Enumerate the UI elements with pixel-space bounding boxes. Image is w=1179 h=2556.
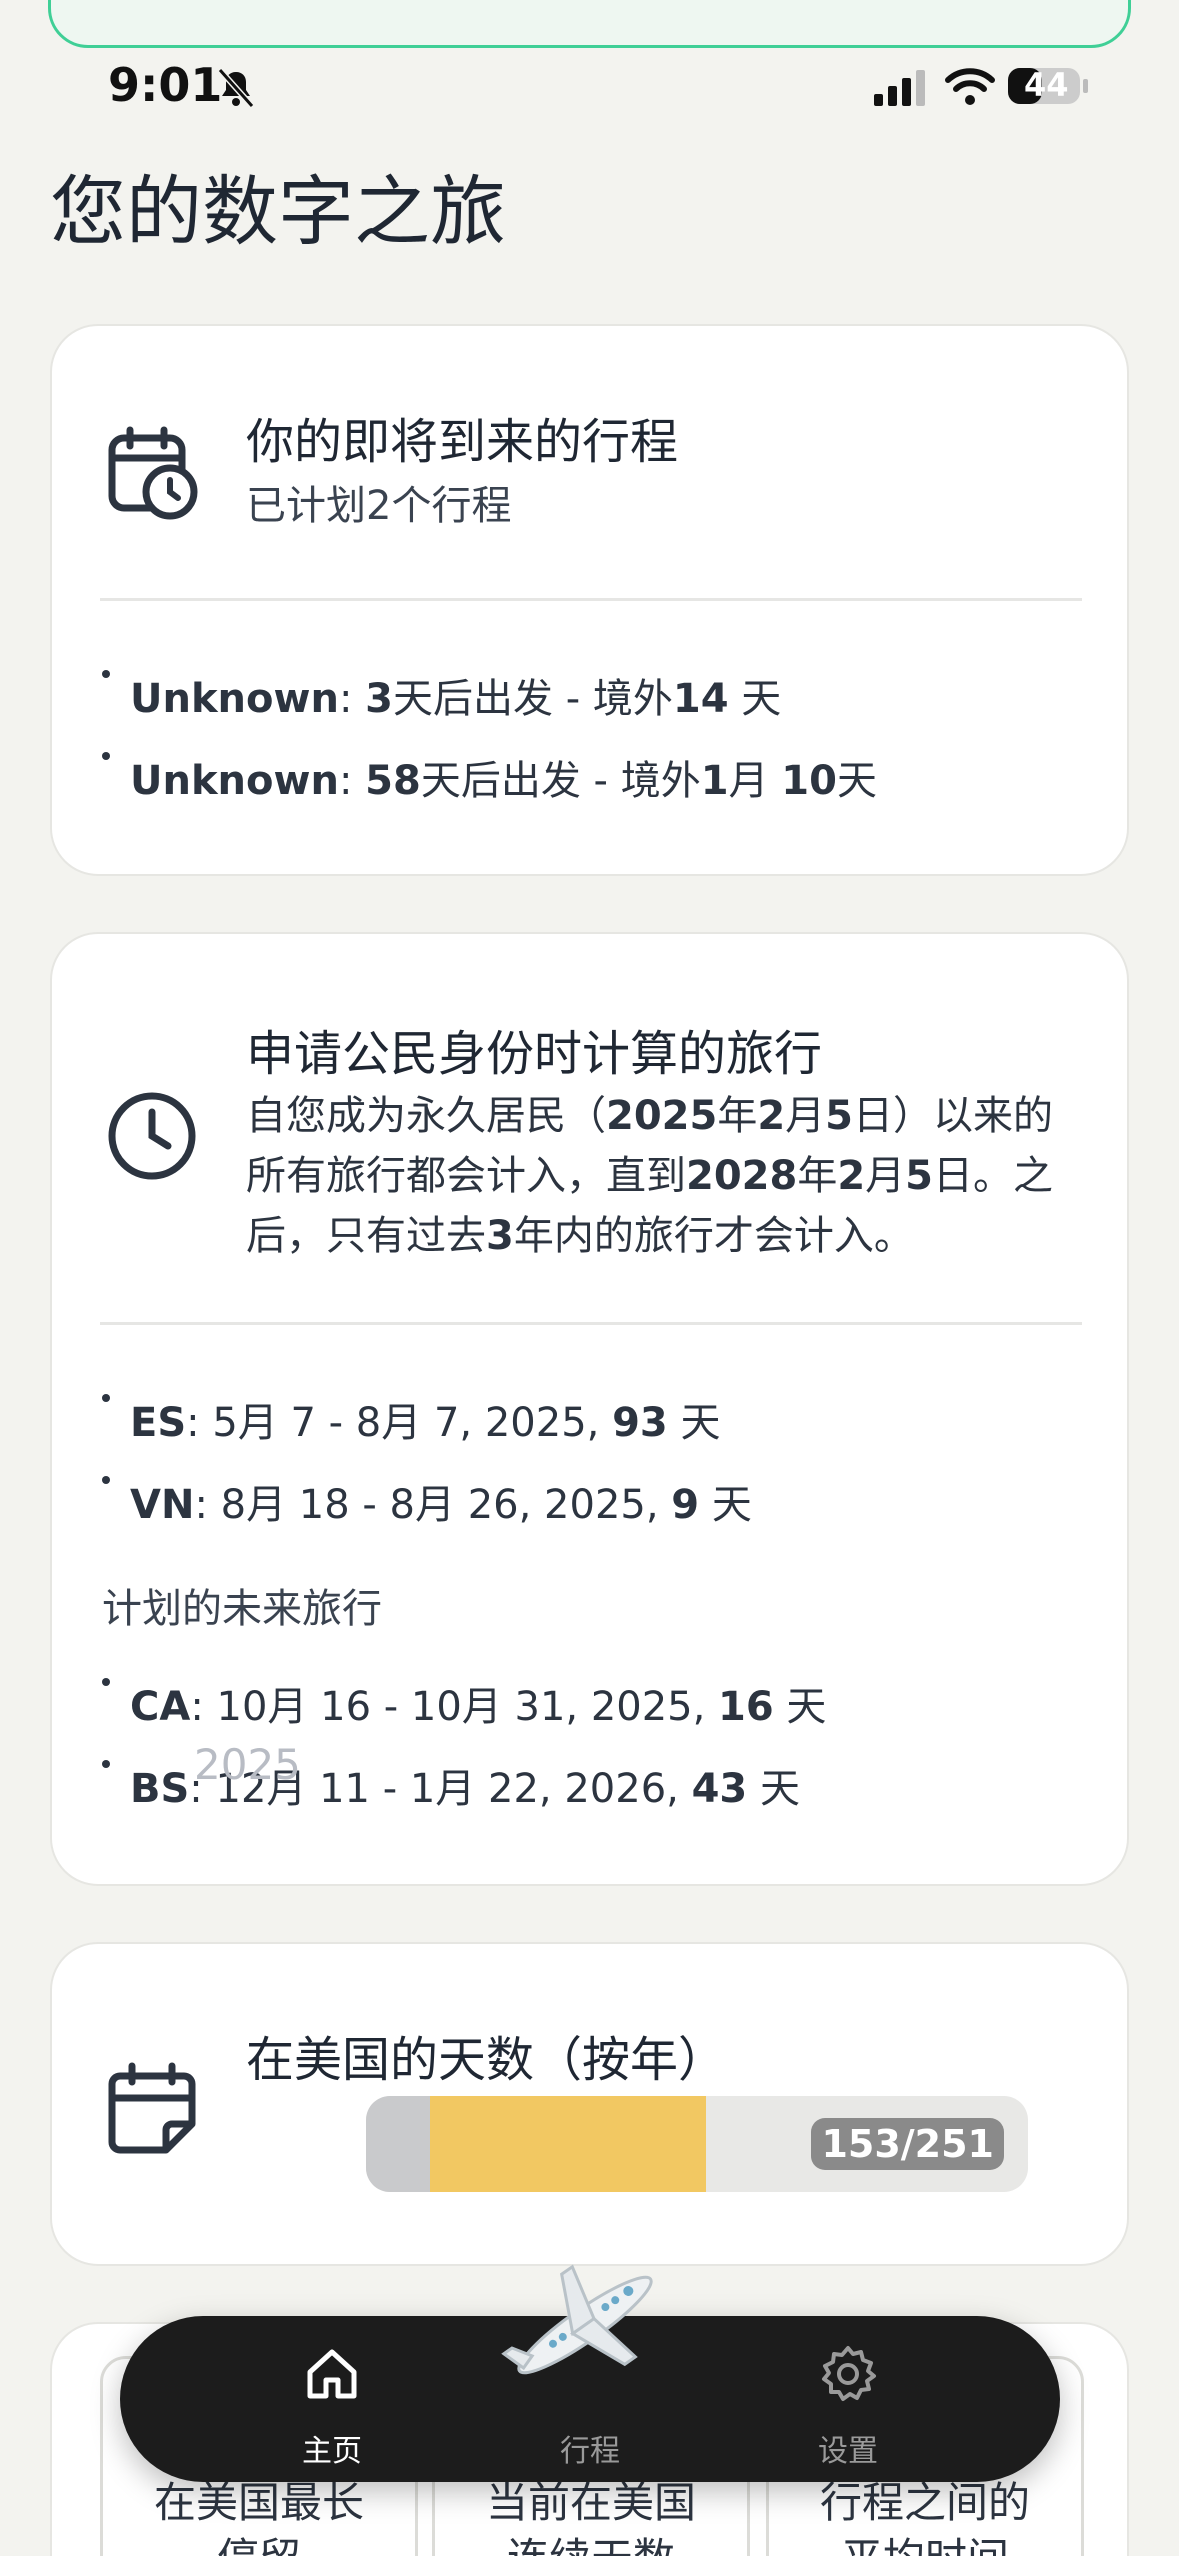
upcoming-trips-card[interactable]: 你的即将到来的行程 已计划2个行程 Unknown: 3天后出发 - 境外14 … xyxy=(50,324,1129,876)
progress-segment-past xyxy=(366,2096,430,2192)
days-in-us-title: 在美国的天数（按年） xyxy=(246,2032,727,2088)
status-bar: 9:01 44 xyxy=(0,52,1179,122)
page-title: 您的数字之旅 xyxy=(50,167,506,256)
wifi-icon xyxy=(945,68,995,105)
battery-level: 44 xyxy=(1024,66,1069,104)
tab-home-label: 主页 xyxy=(302,2434,362,2469)
clock-icon xyxy=(108,1092,196,1180)
tab-settings[interactable]: 设置 xyxy=(748,2316,948,2482)
status-time: 9:01 xyxy=(108,58,223,112)
divider xyxy=(100,598,1082,601)
year-label: 2025 xyxy=(194,1740,301,1789)
future-trip-item: CA: 10月 16 - 10月 31, 2025, 16 天 xyxy=(102,1674,826,1732)
days-progress-bar: 153/251 xyxy=(366,2096,1028,2192)
upcoming-trip-item: Unknown: 58天后出发 - 境外1月 10天 xyxy=(102,748,877,806)
signal-icon xyxy=(874,70,925,106)
citizenship-title: 申请公民身份时计算的旅行 xyxy=(246,1026,823,1082)
bell-muted-icon xyxy=(217,68,255,108)
tab-home[interactable]: 主页 xyxy=(232,2316,432,2482)
upcoming-trip-item: Unknown: 3天后出发 - 境外14 天 xyxy=(102,666,781,724)
citizenship-description: 自您成为永久居民（2025年2月5日）以来的 所有旅行都会计入，直到2028年2… xyxy=(246,1093,1054,1259)
upcoming-trips-title: 你的即将到来的行程 xyxy=(246,414,679,470)
future-trips-label: 计划的未来旅行 xyxy=(102,1586,382,1632)
calendar-clock-icon xyxy=(108,426,198,520)
upcoming-trips-subtitle: 已计划2个行程 xyxy=(246,483,512,529)
gear-icon xyxy=(822,2346,876,2401)
tab-trips-label: 行程 xyxy=(560,2434,620,2469)
divider xyxy=(100,1322,1082,1325)
past-trip-item: VN: 8月 18 - 8月 26, 2025, 9 天 xyxy=(102,1472,752,1530)
tab-settings-label: 设置 xyxy=(818,2434,878,2469)
top-banner xyxy=(48,0,1131,48)
days-count-badge: 153/251 xyxy=(811,2118,1004,2170)
airplane-icon[interactable] xyxy=(500,2240,670,2410)
calendar-icon xyxy=(108,2062,196,2154)
past-trip-item: ES: 5月 7 - 8月 7, 2025, 93 天 xyxy=(102,1390,720,1448)
progress-segment-abroad xyxy=(430,2096,706,2192)
home-icon xyxy=(307,2349,357,2399)
